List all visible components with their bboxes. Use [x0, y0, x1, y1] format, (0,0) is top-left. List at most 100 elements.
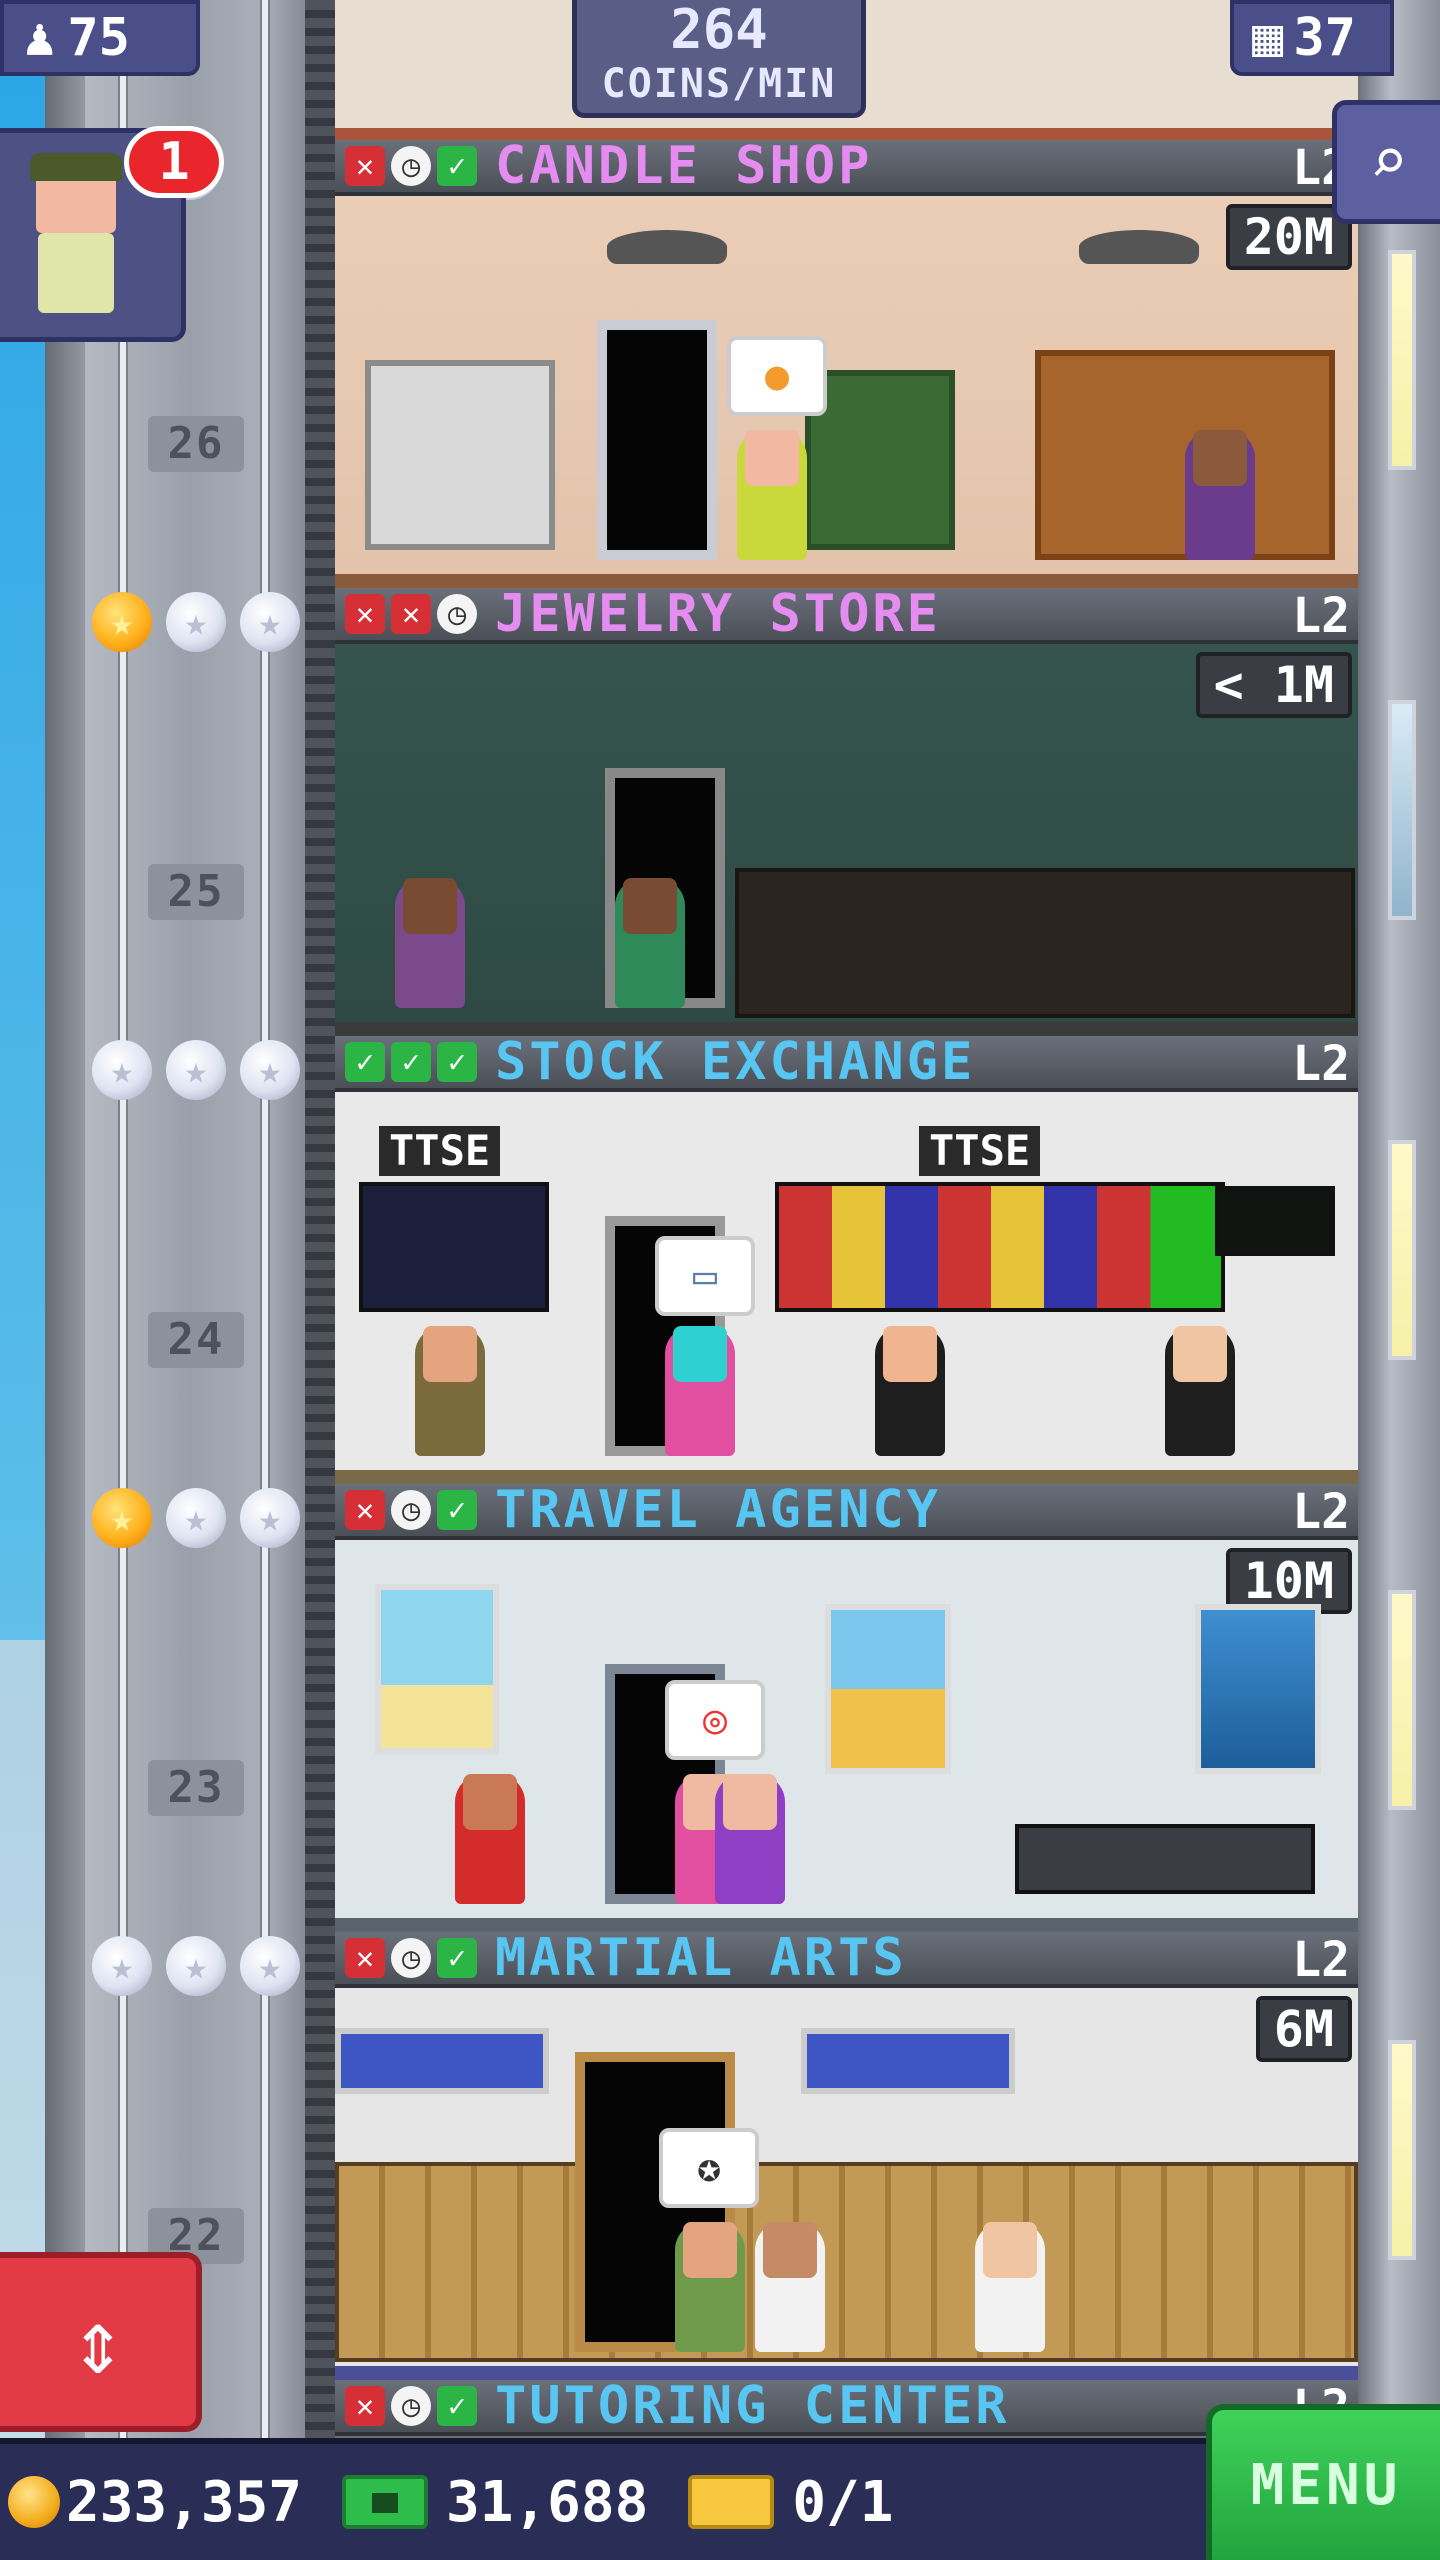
search-button[interactable]: ⌕ — [1332, 100, 1440, 224]
x-icon: ✕ — [345, 2386, 385, 2426]
person — [395, 878, 465, 1008]
floor-martial-arts[interactable]: ✕ ◷ ✓ MARTIAL ARTS L2 6M ✪ — [335, 1932, 1358, 2380]
floor-name: STOCK EXCHANGE — [495, 1036, 976, 1092]
check-icon: ✓ — [437, 1938, 477, 1978]
floor-header[interactable]: ✓ ✓ ✓ STOCK EXCHANGE L2 — [335, 1036, 1358, 1092]
floor-number: 24 — [148, 1312, 244, 1368]
floor-stars: ★ ★ ★ — [92, 1488, 300, 1548]
check-icon: ✓ — [437, 1490, 477, 1530]
star-icon: ★ — [92, 1040, 152, 1100]
speech-bubble: ▭ — [655, 1236, 755, 1316]
check-icon: ✓ — [437, 1042, 477, 1082]
elevator-shaft — [45, 0, 335, 2560]
population-value: 75 — [67, 8, 130, 68]
x-icon: ✕ — [345, 146, 385, 186]
clock-icon: ◷ — [437, 594, 477, 634]
coins-per-minute: 264 COINS/MIN — [572, 0, 866, 118]
floor-name: MARTIAL ARTS — [495, 1932, 907, 1988]
travel-poster — [825, 1604, 951, 1774]
speech-bubble: ● — [727, 336, 827, 416]
speech-bubble: ◎ — [665, 1680, 765, 1760]
ttse-sign: TTSE — [919, 1126, 1041, 1176]
door — [597, 320, 717, 560]
monitor — [1215, 1186, 1335, 1256]
person — [675, 2222, 745, 2352]
desk — [1015, 1824, 1315, 1894]
x-icon: ✕ — [345, 594, 385, 634]
speech-bubble: ✪ — [659, 2128, 759, 2208]
person — [755, 2222, 825, 2352]
floor-counter[interactable]: ▦ 37 — [1230, 0, 1394, 76]
person — [415, 1326, 485, 1456]
floor-stars: ★ ★ ★ — [92, 592, 300, 652]
floor-number: 25 — [148, 864, 244, 920]
star-icon: ★ — [240, 592, 300, 652]
person-icon: ♟ — [24, 8, 56, 68]
check-icon: ✓ — [345, 1042, 385, 1082]
magnifier-icon: ⌕ — [1369, 125, 1408, 199]
coins-per-min-label: COINS/MIN — [601, 61, 837, 107]
clock-icon: ◷ — [391, 1938, 431, 1978]
clock-icon: ◷ — [391, 146, 431, 186]
floor-level: L2 — [1292, 1932, 1350, 1988]
shaft-wall — [45, 0, 85, 2560]
check-icon: ✓ — [391, 1042, 431, 1082]
floor-header[interactable]: ✕ ◷ ✓ MARTIAL ARTS L2 — [335, 1932, 1358, 1988]
floor-stars: ★ ★ ★ — [92, 1040, 300, 1100]
display-counter — [735, 868, 1355, 1018]
person — [455, 1774, 525, 1904]
population-counter[interactable]: ♟ 75 — [0, 0, 200, 76]
bux-value: 31,688 — [446, 2469, 649, 2535]
floor-level: L2 — [1292, 588, 1350, 644]
person — [615, 878, 685, 1008]
dojo-banner — [801, 2028, 1015, 2094]
person — [737, 430, 807, 560]
ceiling-lamp — [607, 230, 727, 264]
floor-tutoring-center[interactable]: ✕ ◷ ✓ TUTORING CENTER L2 — [335, 2380, 1358, 2440]
stock-chart-screen — [359, 1182, 549, 1312]
person — [1165, 1326, 1235, 1456]
floor-travel-agency[interactable]: ✕ ◷ ✓ TRAVEL AGENCY L2 10M ◎ — [335, 1484, 1358, 1932]
star-icon: ★ — [240, 1488, 300, 1548]
menu-button[interactable]: MENU — [1206, 2404, 1440, 2560]
stock-indicator: 6M — [1255, 1996, 1352, 2062]
game-screen: { "hud": { "population": "75", "coins_pe… — [0, 0, 1440, 2560]
wooden-wall — [335, 2162, 1358, 2362]
star-icon: ★ — [166, 592, 226, 652]
star-icon: ★ — [240, 1040, 300, 1100]
elevator-button[interactable]: ⇕ — [0, 2252, 202, 2432]
floor-stock-exchange[interactable]: ✓ ✓ ✓ STOCK EXCHANGE L2 TTSE TTSE ▭ — [335, 1036, 1358, 1484]
shelf — [365, 360, 555, 550]
star-icon: ★ — [166, 1488, 226, 1548]
stock-indicator: < 1M — [1195, 652, 1352, 718]
coins-value: 233,357 — [66, 2469, 303, 2535]
floor-header[interactable]: ✕ ✕ ◷ JEWELRY STORE L2 — [335, 588, 1358, 644]
check-icon: ✓ — [437, 146, 477, 186]
floor-candle-shop[interactable]: ✕ ◷ ✓ CANDLE SHOP L2 20M ● — [335, 140, 1358, 588]
floors-value: 37 — [1293, 8, 1356, 68]
floor-jewelry-store[interactable]: ✕ ✕ ◷ JEWELRY STORE L2 < 1M — [335, 588, 1358, 1036]
building-window — [1388, 700, 1416, 920]
building-icon: ▦ — [1252, 8, 1284, 68]
clock-icon: ◷ — [391, 1490, 431, 1530]
floor-name: CANDLE SHOP — [495, 140, 873, 196]
building-window — [1388, 250, 1416, 470]
check-icon: ✓ — [437, 2386, 477, 2426]
beach-poster — [375, 1584, 499, 1754]
person — [715, 1774, 785, 1904]
floor-header[interactable]: ✕ ◷ ✓ CANDLE SHOP L2 — [335, 140, 1358, 196]
person — [875, 1326, 945, 1456]
floor-header[interactable]: ✕ ◷ ✓ TUTORING CENTER L2 — [335, 2380, 1358, 2436]
floor-header[interactable]: ✕ ◷ ✓ TRAVEL AGENCY L2 — [335, 1484, 1358, 1540]
star-icon: ★ — [166, 1936, 226, 1996]
coins-per-min-value: 264 — [670, 0, 768, 61]
candle-display — [805, 370, 955, 550]
floor-name: TRAVEL AGENCY — [495, 1484, 941, 1540]
dojo-banner — [335, 2028, 549, 2094]
person — [1185, 430, 1255, 560]
x-icon: ✕ — [345, 1490, 385, 1530]
building-window — [1388, 1140, 1416, 1360]
star-icon: ★ — [166, 1040, 226, 1100]
bellhop-hat — [30, 153, 122, 181]
star-icon: ★ — [92, 592, 152, 652]
